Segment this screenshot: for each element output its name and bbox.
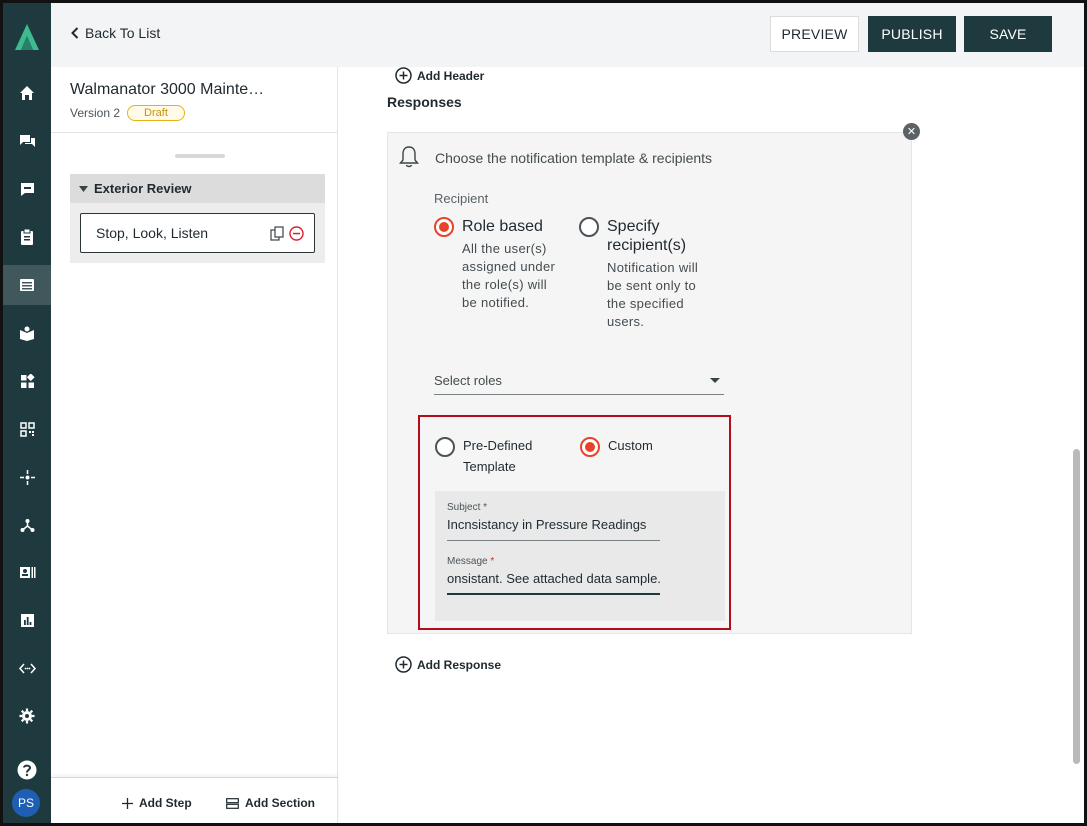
- specify-desc-line: be sent only to: [607, 278, 697, 293]
- version-row: Version 2 Draft: [70, 105, 185, 121]
- custom-template-form: Subject * Incnsistancy in Pressure Readi…: [435, 491, 725, 621]
- remove-icon[interactable]: [289, 226, 304, 241]
- response-card: Choose the notification template & recip…: [387, 132, 912, 634]
- comments-icon[interactable]: [15, 177, 39, 201]
- template-icon[interactable]: [3, 265, 51, 305]
- save-button[interactable]: SAVE: [964, 16, 1052, 52]
- section-icon: [226, 797, 239, 809]
- sparkle-icon[interactable]: [15, 465, 39, 489]
- section-exterior-review: Exterior Review Stop, Look, Listen: [70, 174, 325, 263]
- predefined-template-label: Pre-Defined Template: [463, 435, 532, 477]
- app-window: PS Back To List PREVIEW PUBLISH SAVE Wal…: [0, 0, 1087, 826]
- role-based-title: Role based: [462, 218, 543, 235]
- chat-icon[interactable]: [15, 129, 39, 153]
- custom-template-label: Custom: [608, 438, 653, 453]
- specify-recipients-radio[interactable]: [579, 217, 599, 237]
- drag-handle[interactable]: [175, 154, 225, 158]
- predefined-line: Template: [463, 459, 516, 474]
- role-based-desc-line: assigned under: [462, 259, 556, 274]
- scrollbar[interactable]: [1073, 449, 1080, 764]
- plus-circle-icon: [395, 67, 412, 84]
- template-options-highlight: Pre-Defined Template Custom Subject * In…: [418, 415, 731, 630]
- section-name: Exterior Review: [94, 181, 192, 196]
- copy-icon[interactable]: [270, 226, 285, 241]
- add-section-label: Add Section: [245, 796, 316, 810]
- top-bar: Back To List PREVIEW PUBLISH SAVE: [51, 3, 1084, 67]
- step-item[interactable]: Stop, Look, Listen: [80, 213, 315, 253]
- step-tools: [270, 226, 304, 241]
- add-step-label: Add Step: [139, 796, 192, 810]
- add-header-label: Add Header: [417, 68, 485, 83]
- add-section-button[interactable]: Add Section: [226, 796, 315, 810]
- book-icon[interactable]: [15, 321, 39, 345]
- specify-desc-line: users.: [607, 314, 645, 329]
- add-response-link[interactable]: Add Response: [395, 656, 501, 673]
- role-based-desc-line: All the user(s): [462, 241, 547, 256]
- dropdown-arrow-icon: [710, 378, 720, 383]
- outline-panel: Walmanator 3000 Mainte… Version 2 Draft …: [51, 67, 338, 823]
- app-logo-icon: [15, 24, 39, 50]
- message-value: onsistant. See attached data sample.: [447, 571, 660, 586]
- preview-button[interactable]: PREVIEW: [770, 16, 859, 52]
- card-heading: Choose the notification template & recip…: [435, 150, 713, 166]
- specify-recipients-title: Specify recipient(s): [607, 217, 686, 255]
- close-card-icon[interactable]: ✕: [903, 123, 920, 140]
- panel-divider: [51, 132, 338, 133]
- nav-rail: PS: [3, 3, 51, 823]
- role-based-desc-line: be notified.: [462, 295, 530, 310]
- caret-down-icon[interactable]: [79, 185, 88, 192]
- specify-title-line: recipient(s): [607, 237, 687, 254]
- main-editor: Add Header Responses Choose the notifica…: [339, 67, 1084, 823]
- back-to-list-link[interactable]: Back To List: [71, 25, 160, 41]
- report-icon[interactable]: [15, 608, 39, 632]
- predefined-template-radio[interactable]: [435, 437, 455, 457]
- responses-title: Responses: [387, 94, 462, 110]
- bell-icon: [399, 146, 419, 168]
- role-based-radio[interactable]: [434, 217, 454, 237]
- qr-code-icon[interactable]: [15, 417, 39, 441]
- role-based-desc-line: the role(s) will: [462, 277, 547, 292]
- specify-desc-line: Notification will: [607, 260, 699, 275]
- panel-footer: Add Step Add Section: [51, 777, 338, 823]
- message-input[interactable]: onsistant. See attached data sample.: [447, 571, 660, 595]
- specify-desc-line: the specified: [607, 296, 684, 311]
- add-header-link[interactable]: Add Header: [395, 67, 484, 84]
- back-label: Back To List: [85, 25, 161, 41]
- plus-circle-icon: [395, 656, 412, 673]
- role-based-description: All the user(s) assigned under the role(…: [462, 240, 555, 312]
- subject-input[interactable]: Incnsistancy in Pressure Readings: [447, 517, 660, 541]
- hierarchy-icon[interactable]: [15, 513, 39, 537]
- select-roles-placeholder: Select roles: [434, 373, 502, 388]
- add-step-button[interactable]: Add Step: [122, 796, 192, 810]
- custom-template-radio[interactable]: [580, 437, 600, 457]
- dashboard-icon[interactable]: [15, 369, 39, 393]
- clipboard-icon[interactable]: [15, 225, 39, 249]
- settings-icon[interactable]: [15, 704, 39, 728]
- predefined-line: Pre-Defined: [463, 438, 533, 453]
- status-badge: Draft: [127, 105, 185, 121]
- section-header[interactable]: Exterior Review: [70, 174, 325, 203]
- home-icon[interactable]: [15, 81, 39, 105]
- subject-label: Subject *: [447, 502, 488, 513]
- chevron-left-icon: [71, 27, 79, 39]
- help-icon[interactable]: [15, 758, 39, 782]
- avatar[interactable]: PS: [12, 789, 40, 817]
- recipient-label: Recipient: [434, 191, 489, 206]
- add-response-label: Add Response: [417, 657, 502, 672]
- checklist-title: Walmanator 3000 Mainte…: [70, 81, 265, 98]
- code-icon[interactable]: [15, 656, 39, 680]
- specify-title-line: Specify: [607, 218, 660, 235]
- specify-recipients-description: Notification will be sent only to the sp…: [607, 259, 698, 331]
- version-label: Version 2: [70, 106, 121, 120]
- message-label: Message *: [447, 556, 495, 567]
- id-card-icon[interactable]: [15, 560, 39, 584]
- plus-icon: [122, 797, 133, 809]
- publish-button[interactable]: PUBLISH: [868, 16, 956, 52]
- select-roles-dropdown[interactable]: Select roles: [434, 373, 724, 395]
- step-name: Stop, Look, Listen: [96, 225, 209, 241]
